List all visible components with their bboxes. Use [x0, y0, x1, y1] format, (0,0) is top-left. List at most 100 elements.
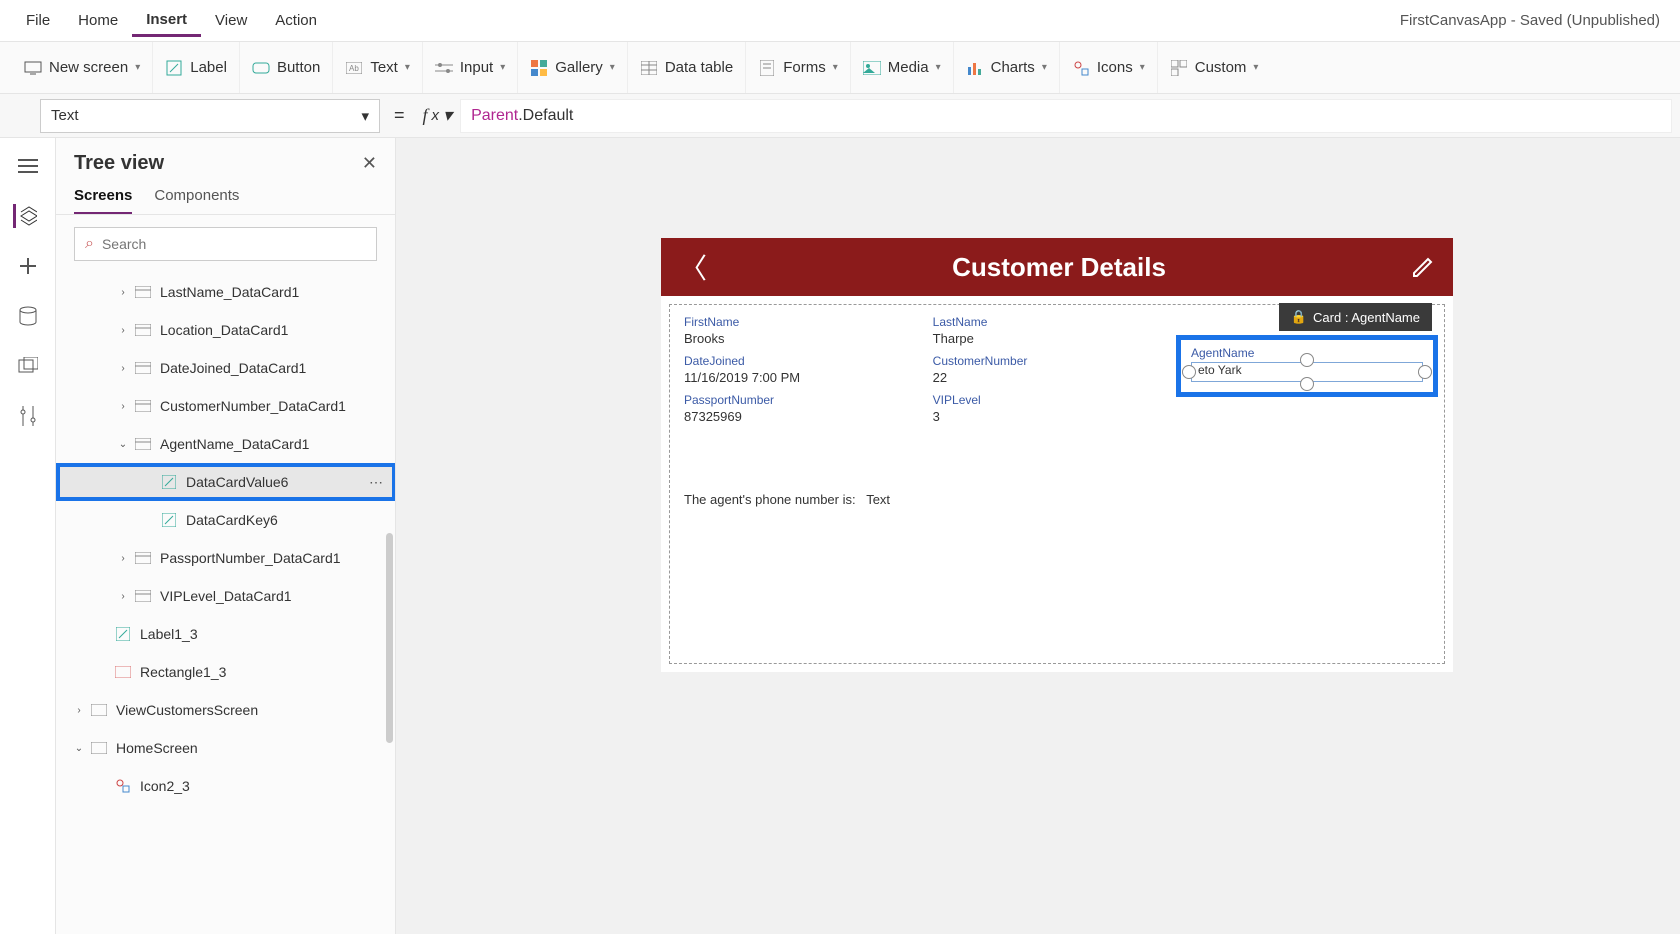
rectangle-icon: [114, 663, 132, 681]
input-dropdown[interactable]: Input▾: [423, 42, 518, 93]
new-screen-button[interactable]: New screen▾: [12, 42, 153, 93]
gallery-dropdown[interactable]: Gallery▾: [518, 42, 628, 93]
field-viplevel-label: VIPLevel: [933, 393, 1182, 407]
text-icon: Ab: [345, 59, 363, 77]
tree-item-rectangle1-3[interactable]: Rectangle1_3: [56, 653, 395, 691]
insert-icon[interactable]: [16, 254, 40, 278]
data-table-button[interactable]: Data table: [628, 42, 746, 93]
tab-components[interactable]: Components: [154, 187, 239, 214]
field-customernumber-value: 22: [933, 370, 1182, 385]
screen-title: Customer Details: [707, 252, 1411, 283]
menu-file[interactable]: File: [12, 6, 64, 35]
svg-text:Ab: Ab: [349, 64, 359, 73]
field-lastname-value: Tharpe: [933, 331, 1182, 346]
screen-node-icon: [90, 701, 108, 719]
datacard-icon: [134, 283, 152, 301]
resize-handle[interactable]: [1182, 365, 1196, 379]
more-options-icon[interactable]: ⋯: [369, 474, 385, 491]
close-icon[interactable]: ✕: [362, 153, 377, 174]
ribbon: New screen▾ Label Button Ab Text▾ Input▾…: [0, 42, 1680, 94]
label-control-icon: [160, 473, 178, 491]
field-lastname-label: LastName: [933, 315, 1182, 329]
input-icon: [435, 59, 453, 77]
forms-icon: [758, 59, 776, 77]
edit-icon[interactable]: [1411, 255, 1435, 279]
datacard-icon: [134, 321, 152, 339]
button-button[interactable]: Button: [240, 42, 333, 93]
field-passport-label: PassportNumber: [684, 393, 933, 407]
tree-item-icon2-3[interactable]: Icon2_3: [56, 767, 395, 805]
forms-dropdown[interactable]: Forms▾: [746, 42, 851, 93]
tree-item-viplevel[interactable]: ›VIPLevel_DataCard1: [56, 577, 395, 615]
gallery-icon: [530, 59, 548, 77]
field-firstname-label: FirstName: [684, 315, 933, 329]
tree-item-datejoined[interactable]: ›DateJoined_DataCard1: [56, 349, 395, 387]
label-button[interactable]: Label: [153, 42, 240, 93]
form-container: 🔒 Card : AgentName FirstName Brooks Date…: [669, 304, 1445, 664]
formula-input[interactable]: Parent.Default: [460, 99, 1672, 133]
tree-item-passportnumber[interactable]: ›PassportNumber_DataCard1: [56, 539, 395, 577]
tree-list: ›LastName_DataCard1 ›Location_DataCard1 …: [56, 273, 395, 934]
tree-item-label1-3[interactable]: Label1_3: [56, 615, 395, 653]
fx-button[interactable]: fx ▾: [415, 105, 461, 126]
field-datejoined-value: 11/16/2019 7:00 PM: [684, 370, 933, 385]
media-rail-icon[interactable]: [16, 354, 40, 378]
tree-view-title: Tree view: [74, 152, 164, 175]
selected-datacard[interactable]: AgentName eto Yark: [1176, 335, 1438, 397]
field-datejoined-label: DateJoined: [684, 354, 933, 368]
field-passport-value: 87325969: [684, 409, 933, 424]
icons-dropdown[interactable]: Icons▾: [1060, 42, 1158, 93]
device-preview: 〈 Customer Details 🔒 Card : AgentName Fi…: [661, 238, 1453, 672]
custom-icon: [1170, 59, 1188, 77]
tree-item-datacardkey6[interactable]: DataCardKey6: [56, 501, 395, 539]
tree-item-homescreen[interactable]: ⌄HomeScreen: [56, 729, 395, 767]
search-icon: ⌕: [85, 235, 94, 253]
label-icon: [165, 59, 183, 77]
screen-node-icon: [90, 739, 108, 757]
tree-item-datacardvalue6[interactable]: DataCardValue6⋯: [56, 463, 395, 501]
resize-handle[interactable]: [1418, 365, 1432, 379]
menu-view[interactable]: View: [201, 6, 261, 35]
button-icon: [252, 59, 270, 77]
tree-item-lastname[interactable]: ›LastName_DataCard1: [56, 273, 395, 311]
tree-view-icon[interactable]: [13, 204, 37, 228]
datacardvalue6-control[interactable]: eto Yark: [1191, 362, 1423, 382]
datacard-icon: [134, 359, 152, 377]
menu-bar: File Home Insert View Action FirstCanvas…: [0, 0, 1680, 42]
tree-item-agentname[interactable]: ⌄AgentName_DataCard1: [56, 425, 395, 463]
hamburger-icon[interactable]: [16, 154, 40, 178]
custom-dropdown[interactable]: Custom▾: [1158, 42, 1271, 93]
property-selector[interactable]: Text▾: [40, 99, 380, 133]
advanced-tools-icon[interactable]: [16, 404, 40, 428]
datacard-icon: [134, 587, 152, 605]
label-control-icon: [160, 511, 178, 529]
canvas-area[interactable]: 〈 Customer Details 🔒 Card : AgentName Fi…: [396, 138, 1680, 934]
menu-home[interactable]: Home: [64, 6, 132, 35]
menu-action[interactable]: Action: [261, 6, 331, 35]
resize-handle[interactable]: [1300, 353, 1314, 367]
field-customernumber-label: CustomerNumber: [933, 354, 1182, 368]
tab-screens[interactable]: Screens: [74, 187, 132, 214]
tree-scrollbar[interactable]: [386, 533, 393, 743]
app-header: 〈 Customer Details: [661, 238, 1453, 296]
tree-item-customernumber[interactable]: ›CustomerNumber_DataCard1: [56, 387, 395, 425]
tree-search[interactable]: ⌕: [74, 227, 377, 261]
equals-sign: =: [384, 105, 415, 126]
media-icon: [863, 59, 881, 77]
tree-item-viewcustomersscreen[interactable]: ›ViewCustomersScreen: [56, 691, 395, 729]
text-dropdown[interactable]: Ab Text▾: [333, 42, 423, 93]
datacard-icon: [134, 397, 152, 415]
label-control-icon: [114, 625, 132, 643]
table-icon: [640, 59, 658, 77]
tree-item-location[interactable]: ›Location_DataCard1: [56, 311, 395, 349]
tree-search-input[interactable]: [102, 236, 366, 252]
datacard-icon: [134, 435, 152, 453]
menu-insert[interactable]: Insert: [132, 5, 201, 37]
left-rail: [0, 138, 56, 934]
back-icon[interactable]: 〈: [679, 247, 707, 287]
data-icon[interactable]: [16, 304, 40, 328]
charts-dropdown[interactable]: Charts▾: [954, 42, 1060, 93]
media-dropdown[interactable]: Media▾: [851, 42, 954, 93]
icons-icon: [1072, 59, 1090, 77]
resize-handle[interactable]: [1300, 377, 1314, 391]
